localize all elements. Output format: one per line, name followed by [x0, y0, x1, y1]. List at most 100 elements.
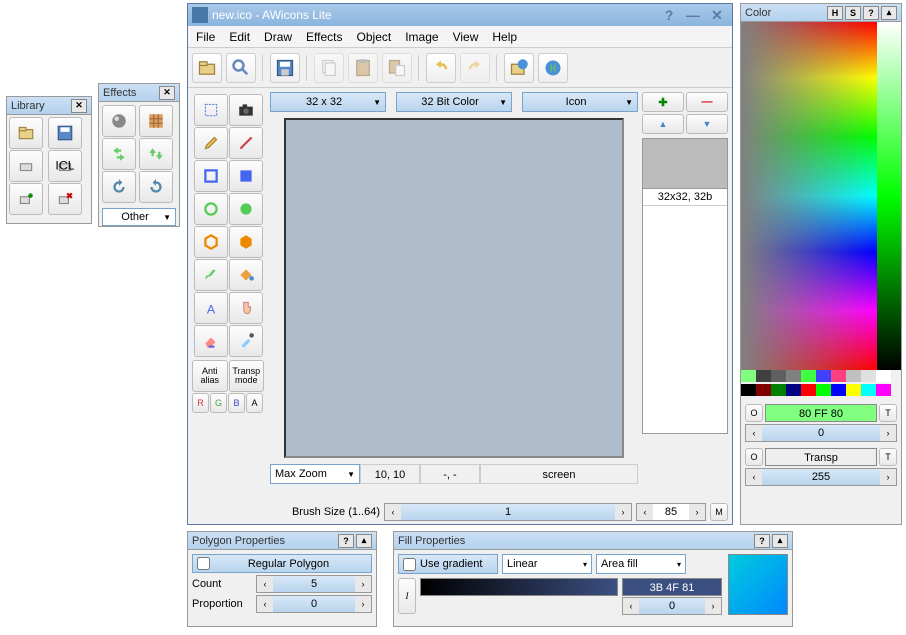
- web-button[interactable]: [504, 53, 534, 83]
- swatch[interactable]: [831, 384, 846, 396]
- remove-image-button[interactable]: —: [686, 92, 728, 112]
- area-fill-combo[interactable]: Area fill▾: [596, 554, 686, 574]
- effects-close-icon[interactable]: ✕: [159, 86, 175, 100]
- swatch[interactable]: [846, 384, 861, 396]
- polygon-collapse-button[interactable]: ▴: [356, 534, 372, 548]
- lib-save-button[interactable]: [48, 117, 82, 149]
- color-o1-button[interactable]: O: [745, 404, 763, 422]
- eraser-tool[interactable]: [194, 325, 228, 357]
- scroll-spinner[interactable]: ‹ 85 ›: [636, 503, 706, 521]
- finger-tool[interactable]: [229, 292, 263, 324]
- menu-object[interactable]: Object: [357, 30, 392, 44]
- swatch[interactable]: [861, 384, 876, 396]
- use-gradient-checkbox[interactable]: [403, 558, 416, 571]
- text-tool[interactable]: A: [194, 292, 228, 324]
- lib-remove-button[interactable]: [48, 183, 82, 215]
- paste2-button[interactable]: [382, 53, 412, 83]
- m-button[interactable]: M: [710, 503, 728, 521]
- pencil-tool[interactable]: [194, 127, 228, 159]
- swatch[interactable]: [771, 370, 786, 382]
- lib-b1-button[interactable]: [9, 150, 43, 182]
- count-spinner[interactable]: ‹5›: [256, 575, 372, 593]
- color-transp[interactable]: Transp: [765, 448, 877, 466]
- color-o2-button[interactable]: O: [745, 448, 763, 466]
- scroll-up[interactable]: ›: [689, 504, 705, 520]
- color-val1-spinner[interactable]: ‹0›: [745, 424, 897, 442]
- effects-other-combo[interactable]: Other ▼: [102, 208, 176, 226]
- fill-i-button[interactable]: I: [398, 578, 416, 614]
- menu-help[interactable]: Help: [492, 30, 517, 44]
- swatch[interactable]: [771, 384, 786, 396]
- fx-rotate-right-button[interactable]: [139, 171, 173, 203]
- eyedropper-tool[interactable]: [229, 325, 263, 357]
- open-button[interactable]: [192, 53, 222, 83]
- zoom-combo[interactable]: Max Zoom▼: [270, 464, 360, 484]
- redo-button[interactable]: [460, 53, 490, 83]
- down-button[interactable]: ▼: [686, 114, 728, 134]
- b-channel-button[interactable]: B: [228, 393, 245, 413]
- proportion-spinner[interactable]: ‹0›: [256, 595, 372, 613]
- help-button[interactable]: ?: [658, 6, 680, 24]
- fill-hex[interactable]: 3B 4F 81: [622, 578, 722, 596]
- transp-mode-toggle[interactable]: Transp mode: [229, 360, 265, 392]
- swatch[interactable]: [756, 384, 771, 396]
- fx-texture-button[interactable]: [139, 105, 173, 137]
- rect-fill-tool[interactable]: [229, 160, 263, 192]
- fx-arrows2-button[interactable]: [139, 138, 173, 170]
- size-combo[interactable]: 32 x 32▼: [270, 92, 386, 112]
- fill-collapse-button[interactable]: ▴: [772, 534, 788, 548]
- brush-tool[interactable]: [194, 259, 228, 291]
- fx-sphere-button[interactable]: [102, 105, 136, 137]
- circle-fill-tool[interactable]: [229, 193, 263, 225]
- globe-button[interactable]: [538, 53, 568, 83]
- a-channel-button[interactable]: A: [246, 393, 263, 413]
- up-button[interactable]: ▲: [642, 114, 684, 134]
- color-val2-spinner[interactable]: ‹255›: [745, 468, 897, 486]
- swatch[interactable]: [831, 370, 846, 382]
- undo-button[interactable]: [426, 53, 456, 83]
- gradient-type-combo[interactable]: Linear▾: [502, 554, 592, 574]
- fill-q-button[interactable]: ?: [754, 534, 770, 548]
- regular-polygon-checkbox[interactable]: [197, 557, 210, 570]
- menu-edit[interactable]: Edit: [229, 30, 250, 44]
- minimize-button[interactable]: —: [682, 6, 704, 24]
- fx-rotate-left-button[interactable]: [102, 171, 136, 203]
- paste-button[interactable]: [348, 53, 378, 83]
- fx-arrows-button[interactable]: [102, 138, 136, 170]
- color-h-button[interactable]: H: [827, 6, 843, 20]
- scroll-down[interactable]: ‹: [637, 504, 653, 520]
- color-s-button[interactable]: S: [845, 6, 861, 20]
- rect-outline-tool[interactable]: [194, 160, 228, 192]
- menu-draw[interactable]: Draw: [264, 30, 292, 44]
- brush-size-down[interactable]: ‹: [385, 504, 401, 520]
- gradient-preview[interactable]: [420, 578, 618, 596]
- swatch[interactable]: [756, 370, 771, 382]
- swatch[interactable]: [741, 370, 756, 382]
- save-button[interactable]: [270, 53, 300, 83]
- swatch[interactable]: [786, 384, 801, 396]
- search-button[interactable]: [226, 53, 256, 83]
- g-channel-button[interactable]: G: [210, 393, 227, 413]
- color-collapse-button[interactable]: ▴: [881, 6, 897, 20]
- fill-val-spinner[interactable]: ‹0›: [622, 597, 722, 615]
- lib-b2-button[interactable]: ICL: [48, 150, 82, 182]
- swatch[interactable]: [741, 384, 756, 396]
- camera-tool[interactable]: [229, 94, 263, 126]
- line-tool[interactable]: [229, 127, 263, 159]
- library-close-icon[interactable]: ✕: [71, 99, 87, 113]
- lib-open-button[interactable]: [9, 117, 43, 149]
- menu-view[interactable]: View: [453, 30, 479, 44]
- brush-size-up[interactable]: ›: [615, 504, 631, 520]
- color-hex1[interactable]: 80 FF 80: [765, 404, 877, 422]
- swatch[interactable]: [816, 370, 831, 382]
- swatch[interactable]: [801, 384, 816, 396]
- hex-outline-tool[interactable]: [194, 226, 228, 258]
- swatch[interactable]: [861, 370, 876, 382]
- type-combo[interactable]: Icon▼: [522, 92, 638, 112]
- select-tool[interactable]: [194, 94, 228, 126]
- copy-button[interactable]: [314, 53, 344, 83]
- circle-outline-tool[interactable]: [194, 193, 228, 225]
- color-depth-combo[interactable]: 32 Bit Color▼: [396, 92, 512, 112]
- color-picker-main[interactable]: [741, 22, 877, 370]
- anti-alias-toggle[interactable]: Anti alias: [192, 360, 228, 392]
